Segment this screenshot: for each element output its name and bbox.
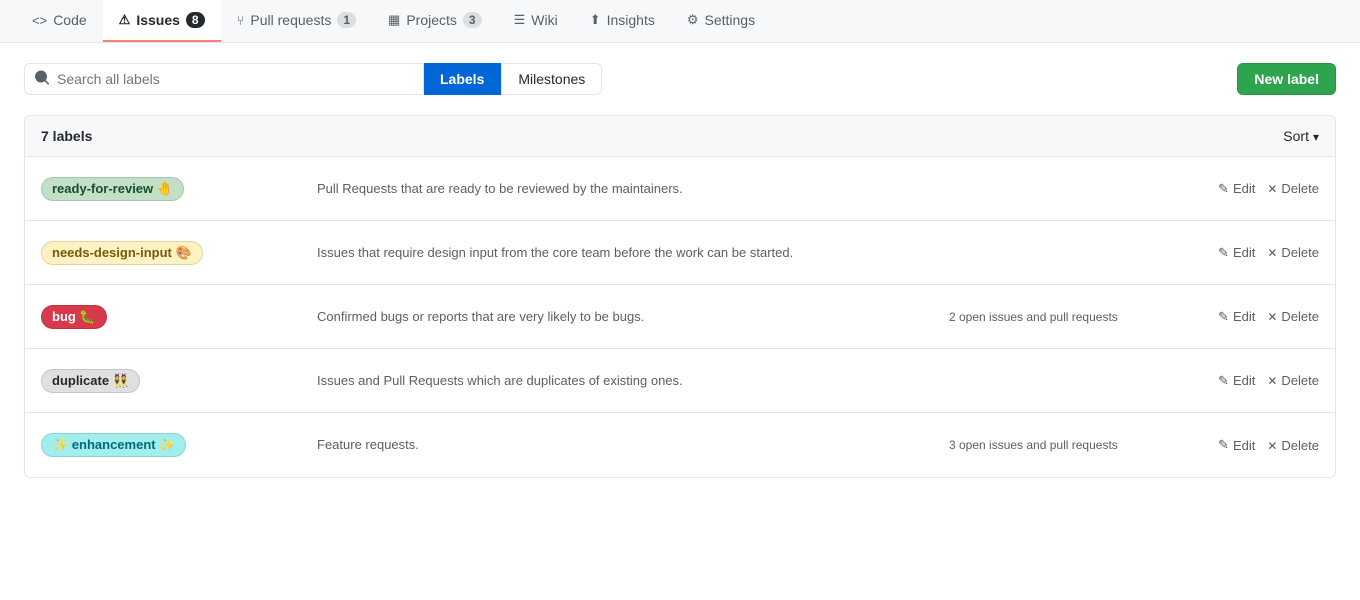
label-row: ready-for-review 🤚 Pull Requests that ar…: [25, 157, 1335, 221]
label-meta: 2 open issues and pull requests: [949, 310, 1169, 324]
delete-label-button[interactable]: Delete: [1267, 373, 1319, 388]
delete-label-text: Delete: [1281, 245, 1319, 260]
insights-icon: ⬆: [590, 12, 601, 28]
label-badge: ready-for-review 🤚: [41, 177, 184, 201]
projects-icon: ▦: [388, 12, 400, 28]
label-actions: Edit Delete: [1169, 373, 1319, 389]
label-description: Feature requests.: [301, 435, 949, 455]
labels-list: ready-for-review 🤚 Pull Requests that ar…: [25, 157, 1335, 477]
edit-label-text: Edit: [1233, 309, 1255, 324]
milestones-button[interactable]: Milestones: [501, 63, 602, 95]
code-icon: <>: [32, 13, 47, 28]
edit-label-text: Edit: [1233, 438, 1255, 453]
delete-label-button[interactable]: Delete: [1267, 438, 1319, 453]
tab-issues[interactable]: ⚠ Issues 8: [103, 0, 221, 42]
tab-issues-label: Issues: [136, 12, 180, 28]
labels-milestones-toggle: Labels Milestones: [424, 63, 602, 95]
x-icon: [1267, 373, 1277, 388]
pr-badge: 1: [337, 12, 356, 28]
delete-label-button[interactable]: Delete: [1267, 181, 1319, 196]
sort-label: Sort: [1283, 128, 1309, 144]
tab-projects[interactable]: ▦ Projects 3: [372, 0, 498, 42]
label-name-col: duplicate 👯: [41, 369, 301, 393]
toolbar-left: Labels Milestones: [24, 63, 602, 95]
x-icon: [1267, 245, 1277, 260]
tab-pull-requests[interactable]: ⑂ Pull requests 1: [221, 0, 372, 42]
label-name-col: ✨ enhancement ✨: [41, 433, 301, 457]
edit-label-button[interactable]: Edit: [1218, 309, 1255, 325]
edit-label-text: Edit: [1233, 373, 1255, 388]
tab-wiki-label: Wiki: [531, 12, 557, 28]
delete-label-text: Delete: [1281, 309, 1319, 324]
projects-badge: 3: [463, 12, 482, 28]
pencil-icon: [1218, 245, 1229, 261]
pencil-icon: [1218, 437, 1229, 453]
wiki-icon: ☰: [514, 12, 526, 28]
label-name-col: bug 🐛: [41, 305, 301, 329]
pr-icon: ⑂: [237, 13, 245, 28]
issues-icon: ⚠: [119, 12, 131, 28]
pencil-icon: [1218, 181, 1229, 197]
label-badge: ✨ enhancement ✨: [41, 433, 186, 457]
label-description: Issues and Pull Requests which are dupli…: [301, 371, 949, 391]
delete-label-button[interactable]: Delete: [1267, 309, 1319, 324]
label-badge: duplicate 👯: [41, 369, 140, 393]
delete-label-button[interactable]: Delete: [1267, 245, 1319, 260]
pencil-icon: [1218, 373, 1229, 389]
label-badge: bug 🐛: [41, 305, 107, 329]
label-description: Confirmed bugs or reports that are very …: [301, 307, 949, 327]
issues-badge: 8: [186, 12, 205, 28]
toolbar: Labels Milestones New label: [24, 63, 1336, 95]
label-row: bug 🐛 Confirmed bugs or reports that are…: [25, 285, 1335, 349]
delete-label-text: Delete: [1281, 373, 1319, 388]
sort-chevron-icon: [1313, 128, 1319, 144]
labels-header: 7 labels Sort: [25, 116, 1335, 157]
tab-settings[interactable]: ⚙ Settings: [671, 0, 771, 42]
tab-insights[interactable]: ⬆ Insights: [574, 0, 671, 42]
edit-label-button[interactable]: Edit: [1218, 373, 1255, 389]
settings-icon: ⚙: [687, 12, 699, 28]
label-row: ✨ enhancement ✨ Feature requests. 3 open…: [25, 413, 1335, 477]
labels-container: 7 labels Sort ready-for-review 🤚 Pull Re…: [24, 115, 1336, 478]
search-wrapper: [24, 63, 424, 95]
label-actions: Edit Delete: [1169, 309, 1319, 325]
edit-label-text: Edit: [1233, 245, 1255, 260]
label-name-col: ready-for-review 🤚: [41, 177, 301, 201]
labels-count: 7 labels: [41, 128, 92, 144]
delete-label-text: Delete: [1281, 438, 1319, 453]
edit-label-button[interactable]: Edit: [1218, 181, 1255, 197]
search-icon: [34, 70, 50, 89]
label-badge: needs-design-input 🎨: [41, 241, 203, 265]
label-actions: Edit Delete: [1169, 181, 1319, 197]
main-content: Labels Milestones New label 7 labels Sor…: [0, 43, 1360, 498]
tab-code-label: Code: [53, 12, 86, 28]
x-icon: [1267, 309, 1277, 324]
edit-label-button[interactable]: Edit: [1218, 245, 1255, 261]
tab-insights-label: Insights: [607, 12, 655, 28]
pencil-icon: [1218, 309, 1229, 325]
label-row: needs-design-input 🎨 Issues that require…: [25, 221, 1335, 285]
labels-button[interactable]: Labels: [424, 63, 501, 95]
label-description: Issues that require design input from th…: [301, 243, 949, 263]
edit-label-button[interactable]: Edit: [1218, 437, 1255, 453]
label-actions: Edit Delete: [1169, 437, 1319, 453]
x-icon: [1267, 181, 1277, 196]
search-input[interactable]: [24, 63, 424, 95]
tab-wiki[interactable]: ☰ Wiki: [498, 0, 574, 42]
label-name-col: needs-design-input 🎨: [41, 241, 301, 265]
top-nav: <> Code ⚠ Issues 8 ⑂ Pull requests 1 ▦ P…: [0, 0, 1360, 43]
new-label-button[interactable]: New label: [1237, 63, 1336, 95]
label-actions: Edit Delete: [1169, 245, 1319, 261]
tab-projects-label: Projects: [406, 12, 457, 28]
sort-button[interactable]: Sort: [1283, 128, 1319, 144]
label-meta: 3 open issues and pull requests: [949, 438, 1169, 452]
label-row: duplicate 👯 Issues and Pull Requests whi…: [25, 349, 1335, 413]
delete-label-text: Delete: [1281, 181, 1319, 196]
tab-code[interactable]: <> Code: [16, 0, 103, 42]
edit-label-text: Edit: [1233, 181, 1255, 196]
label-description: Pull Requests that are ready to be revie…: [301, 179, 949, 199]
tab-pr-label: Pull requests: [250, 12, 331, 28]
x-icon: [1267, 438, 1277, 453]
tab-settings-label: Settings: [705, 12, 756, 28]
